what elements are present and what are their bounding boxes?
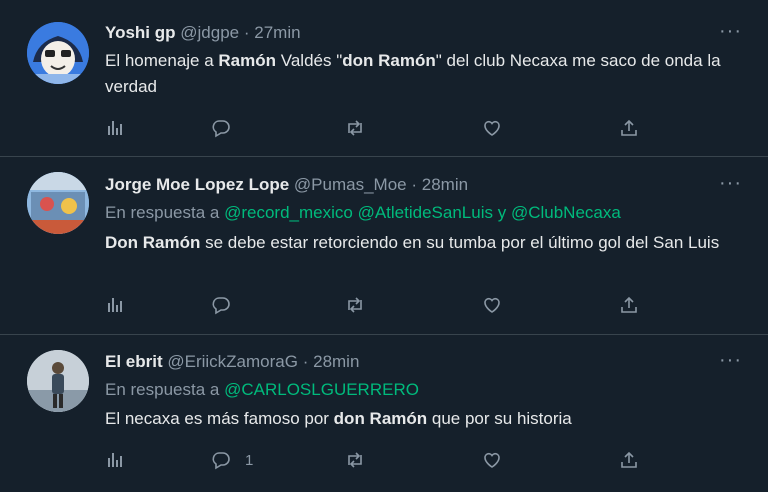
analytics-icon[interactable] xyxy=(105,449,125,471)
like-icon[interactable] xyxy=(482,294,502,316)
mention-link[interactable]: @record_mexico xyxy=(224,203,353,222)
retweet-icon[interactable] xyxy=(345,449,365,471)
text-run-bold: don Ramón xyxy=(333,409,428,428)
separator: · xyxy=(411,175,418,194)
more-icon[interactable]: ··· xyxy=(719,20,742,43)
like-icon[interactable] xyxy=(482,449,502,471)
tweet-text: El homenaje a Ramón Valdés "don Ramón" d… xyxy=(105,48,735,100)
retweet-icon[interactable] xyxy=(345,294,365,316)
share-icon[interactable] xyxy=(619,117,639,139)
tweet-header: El ebrit @EriickZamoraG · 28min xyxy=(105,352,359,372)
text-run: El necaxa es más famoso por xyxy=(105,409,334,428)
handle[interactable]: @jdgpe xyxy=(180,23,239,42)
handle[interactable]: @Pumas_Moe xyxy=(294,175,407,194)
retweet-icon[interactable] xyxy=(345,117,365,139)
text-run: Valdés " xyxy=(276,51,343,70)
tweet[interactable]: El ebrit @EriickZamoraG · 28min ··· En r… xyxy=(0,335,768,492)
reply-icon[interactable] xyxy=(211,294,245,316)
reply-count: 1 xyxy=(245,451,254,469)
reply-prefix: En respuesta a xyxy=(105,203,220,222)
reply-icon[interactable]: 1 xyxy=(211,449,253,471)
avatar[interactable] xyxy=(27,172,89,234)
action-bar: 1 xyxy=(105,449,645,471)
mention-conjunction: y xyxy=(497,203,507,222)
tweet-text: El necaxa es más famoso por don Ramón qu… xyxy=(105,406,735,432)
share-icon[interactable] xyxy=(619,449,639,471)
text-run-bold: don Ramón xyxy=(342,51,436,70)
more-icon[interactable]: ··· xyxy=(719,349,742,372)
tweet[interactable]: Yoshi gp @jdgpe · 27min ··· El homenaje … xyxy=(0,0,768,157)
text-run: que por su historia xyxy=(427,409,572,428)
share-icon[interactable] xyxy=(619,294,639,316)
avatar[interactable] xyxy=(27,350,89,412)
analytics-icon[interactable] xyxy=(105,294,125,316)
reply-prefix: En respuesta a xyxy=(105,380,220,399)
tweet[interactable]: Jorge Moe Lopez Lope @Pumas_Moe · 28min … xyxy=(0,157,768,335)
text-run-bold: Don Ramón xyxy=(105,233,201,252)
analytics-icon[interactable] xyxy=(105,117,125,139)
timestamp[interactable]: 27min xyxy=(254,23,300,42)
timestamp[interactable]: 28min xyxy=(422,175,468,194)
tweet-header: Yoshi gp @jdgpe · 27min xyxy=(105,23,301,43)
text-run-bold: Ramón xyxy=(218,51,277,70)
text-run: se debe estar retorciendo en su tumba po… xyxy=(200,233,720,252)
action-bar xyxy=(105,294,645,316)
mention-link[interactable]: @AtletideSanLuis xyxy=(358,203,493,222)
separator: · xyxy=(243,23,250,42)
more-icon[interactable]: ··· xyxy=(719,172,742,195)
tweet-header: Jorge Moe Lopez Lope @Pumas_Moe · 28min xyxy=(105,175,468,195)
reply-context: En respuesta a @record_mexico @AtletideS… xyxy=(105,203,621,223)
display-name[interactable]: El ebrit xyxy=(105,352,163,371)
timestamp[interactable]: 28min xyxy=(313,352,359,371)
separator: · xyxy=(302,352,309,371)
action-bar xyxy=(105,117,645,139)
like-icon[interactable] xyxy=(482,117,502,139)
tweet-text: Don Ramón se debe estar retorciendo en s… xyxy=(105,230,735,256)
mention-link[interactable]: @CARLOSLGUERRERO xyxy=(224,380,419,399)
handle[interactable]: @EriickZamoraG xyxy=(167,352,298,371)
display-name[interactable]: Jorge Moe Lopez Lope xyxy=(105,175,289,194)
reply-context: En respuesta a @CARLOSLGUERRERO xyxy=(105,380,419,400)
reply-icon[interactable] xyxy=(211,117,245,139)
text-run: El homenaje a xyxy=(105,51,219,70)
display-name[interactable]: Yoshi gp xyxy=(105,23,176,42)
mention-link[interactable]: @ClubNecaxa xyxy=(511,203,621,222)
avatar[interactable] xyxy=(27,22,89,84)
